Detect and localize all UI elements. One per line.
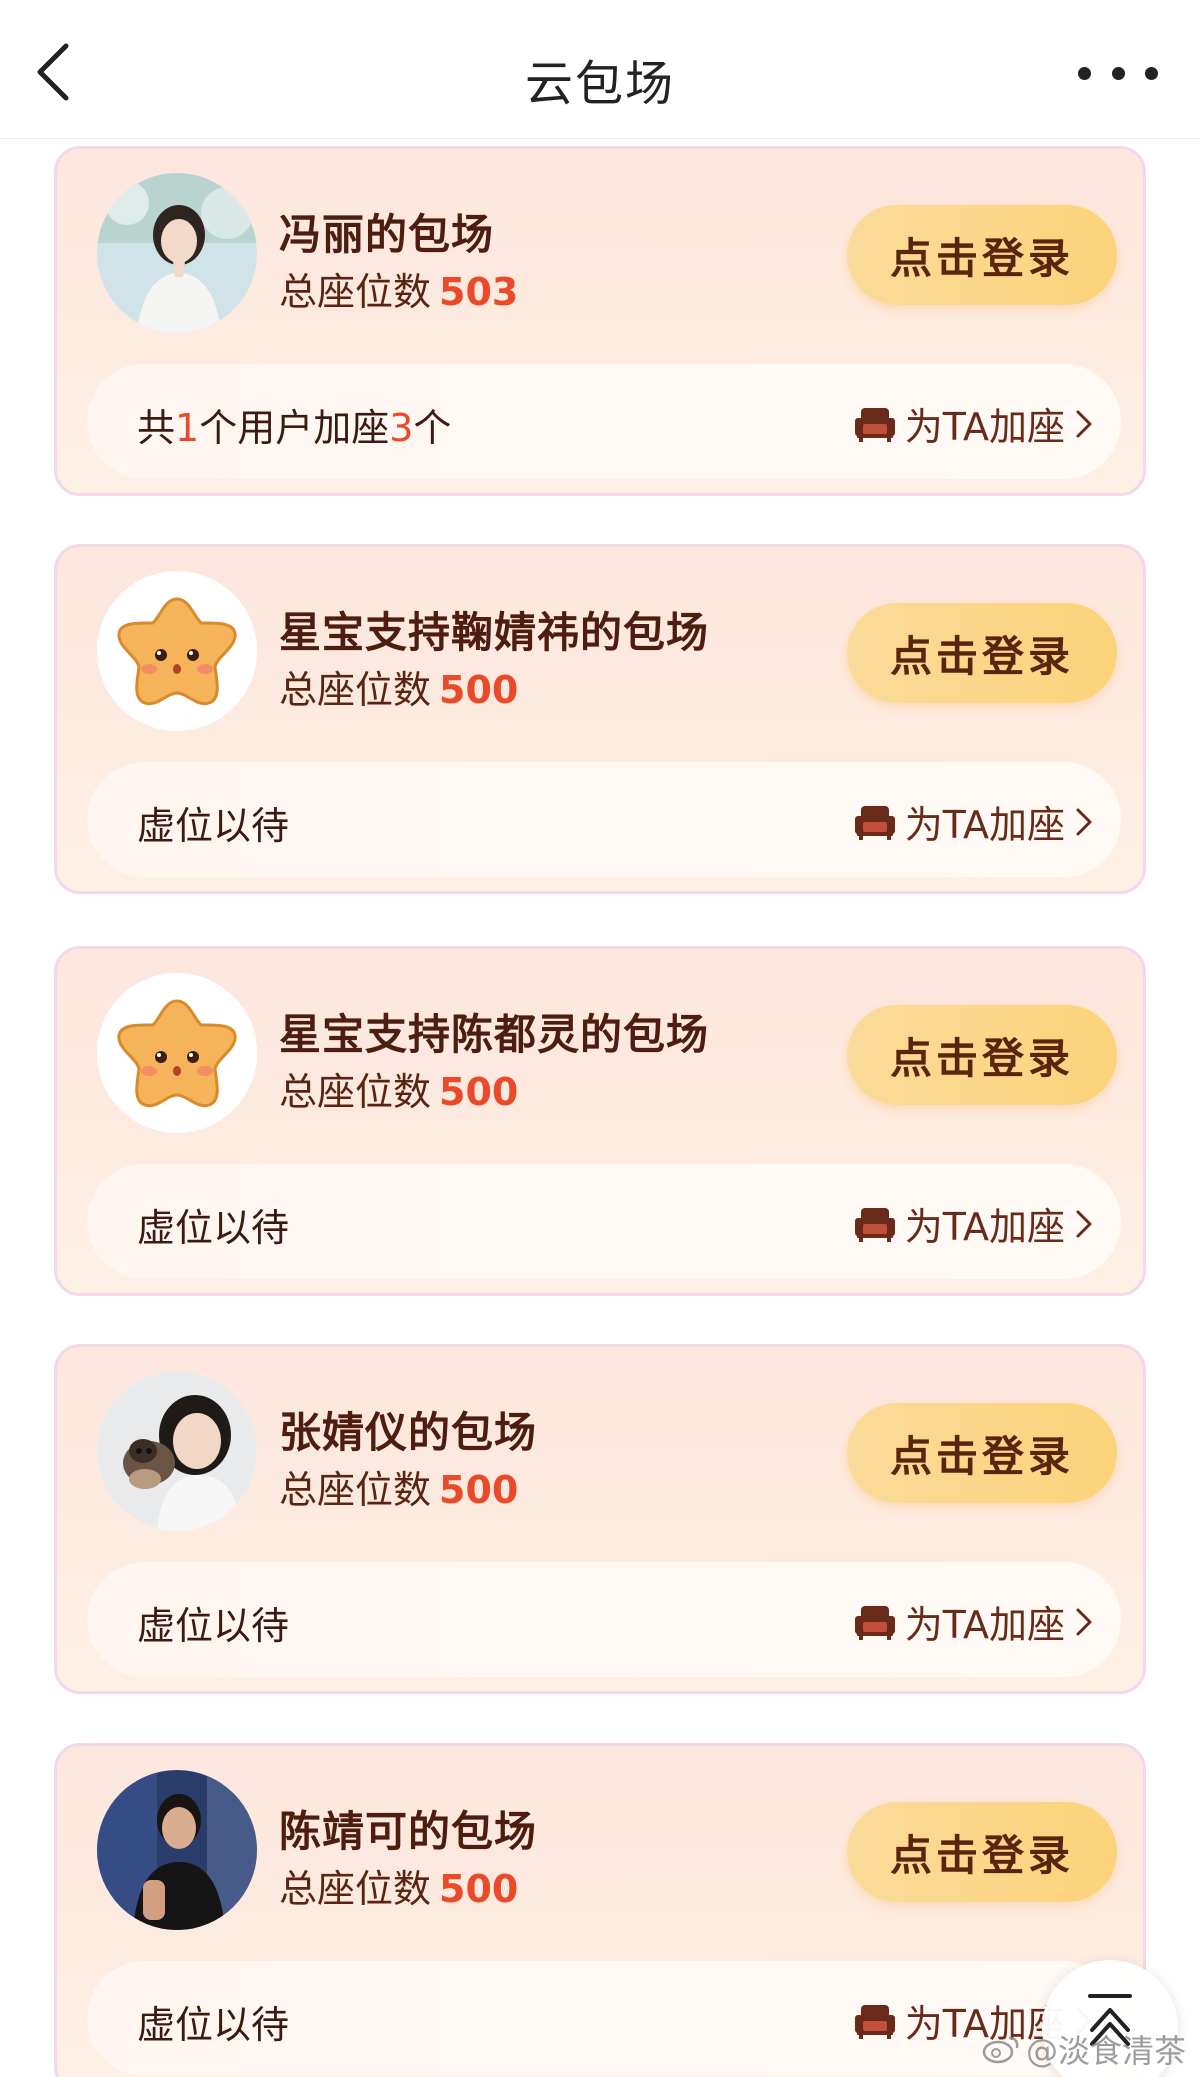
card-title: 张婧仪的包场 (279, 1408, 538, 1457)
chevron-right-icon (1075, 1607, 1093, 1637)
add-seat-button[interactable]: 为TA加座 (855, 1594, 1093, 1649)
card-title: 星宝支持鞠婧祎的包场 (279, 608, 710, 657)
watermark: @淡食清茶 (982, 2026, 1186, 2072)
more-button[interactable] (1078, 56, 1158, 90)
status-text-part: 个用户加座 (199, 406, 390, 450)
seat-count: 500 (439, 1468, 519, 1512)
card-title: 冯丽的包场 (279, 210, 495, 259)
avatar[interactable] (97, 173, 257, 333)
sofa-icon (855, 2003, 895, 2039)
status-text-part: 个 (413, 406, 452, 450)
woman-with-dog-photo-icon (97, 1371, 257, 1531)
nav-bar: 云包场 (0, 0, 1200, 139)
stadium-card[interactable]: 星宝支持鞠婧祎的包场 总座位数 500 点击登录 虚位以待 为TA加座 (54, 544, 1146, 894)
star-mascot-icon (97, 973, 257, 1133)
dot-icon (1145, 66, 1158, 80)
status-text: 虚位以待 (137, 1604, 290, 1648)
chevron-right-icon (1075, 1209, 1093, 1239)
avatar[interactable] (97, 571, 257, 731)
dot-icon (1111, 66, 1125, 80)
user-count: 1 (175, 406, 200, 450)
seat-count: 500 (439, 668, 519, 712)
seat-line: 总座位数 500 (279, 1459, 518, 1514)
seat-label: 总座位数 (279, 270, 432, 314)
add-seat-label: 为TA加座 (904, 1603, 1065, 1647)
sofa-icon (855, 406, 895, 442)
stadium-card[interactable]: 张婧仪的包场 总座位数 500 点击登录 虚位以待 为TA加座 (54, 1344, 1146, 1694)
seat-line: 总座位数 500 (279, 1061, 518, 1116)
status-bar: 虚位以待 为TA加座 (87, 1562, 1121, 1677)
status-bar: 虚位以待 为TA加座 (87, 1961, 1121, 2076)
avatar[interactable] (97, 1371, 257, 1531)
seat-line: 总座位数 503 (279, 261, 518, 316)
chevron-right-icon (1075, 409, 1093, 439)
login-button[interactable]: 点击登录 (847, 205, 1117, 305)
seat-label: 总座位数 (279, 1070, 432, 1114)
status-bar: 共1个用户加座3个 为TA加座 (87, 364, 1121, 479)
add-seat-label: 为TA加座 (904, 405, 1065, 449)
seat-label: 总座位数 (279, 1867, 432, 1911)
login-button[interactable]: 点击登录 (847, 1802, 1117, 1902)
seat-count: 500 (439, 1867, 519, 1911)
page-title: 云包场 (524, 56, 675, 112)
status-bar: 虚位以待 为TA加座 (87, 1164, 1121, 1279)
sofa-icon (855, 1206, 895, 1242)
card-title: 陈靖可的包场 (279, 1807, 538, 1856)
login-button[interactable]: 点击登录 (847, 1403, 1117, 1503)
add-seat-label: 为TA加座 (904, 1205, 1065, 1249)
status-text: 虚位以待 (137, 1206, 290, 1250)
seat-line: 总座位数 500 (279, 1858, 518, 1913)
stadium-card[interactable]: 星宝支持陈都灵的包场 总座位数 500 点击登录 虚位以待 为TA加座 (54, 946, 1146, 1296)
seat-line: 总座位数 500 (279, 659, 518, 714)
card-title: 星宝支持陈都灵的包场 (279, 1010, 710, 1059)
avatar[interactable] (97, 973, 257, 1133)
login-button[interactable]: 点击登录 (847, 603, 1117, 703)
seat-label: 总座位数 (279, 1468, 432, 1512)
sofa-icon (855, 1604, 895, 1640)
weibo-icon (982, 2036, 1019, 2064)
sofa-icon (855, 804, 895, 840)
status-text-part: 共 (137, 406, 176, 450)
stadium-card[interactable]: 冯丽的包场 总座位数 503 点击登录 共1个用户加座3个 为TA加座 (54, 146, 1146, 496)
added-seat-count: 3 (389, 406, 414, 450)
status-text: 虚位以待 (137, 804, 290, 848)
chevron-right-icon (1075, 807, 1093, 837)
seat-count: 503 (439, 270, 519, 314)
add-seat-button[interactable]: 为TA加座 (855, 396, 1093, 451)
add-seat-label: 为TA加座 (904, 803, 1065, 847)
star-mascot-icon (97, 571, 257, 731)
dot-icon (1078, 66, 1091, 80)
seat-count: 500 (439, 1070, 519, 1114)
status-text: 虚位以待 (137, 2003, 290, 2047)
add-seat-button[interactable]: 为TA加座 (855, 1196, 1093, 1251)
man-photo-icon (97, 1770, 257, 1930)
status-text: 共1个用户加座3个 (137, 397, 451, 452)
add-seat-button[interactable]: 为TA加座 (855, 794, 1093, 849)
seat-label: 总座位数 (279, 668, 432, 712)
watermark-text: @淡食清茶 (1025, 2032, 1186, 2070)
login-button[interactable]: 点击登录 (847, 1005, 1117, 1105)
status-bar: 虚位以待 为TA加座 (87, 762, 1121, 877)
woman-photo-icon (97, 173, 257, 333)
avatar[interactable] (97, 1770, 257, 1930)
